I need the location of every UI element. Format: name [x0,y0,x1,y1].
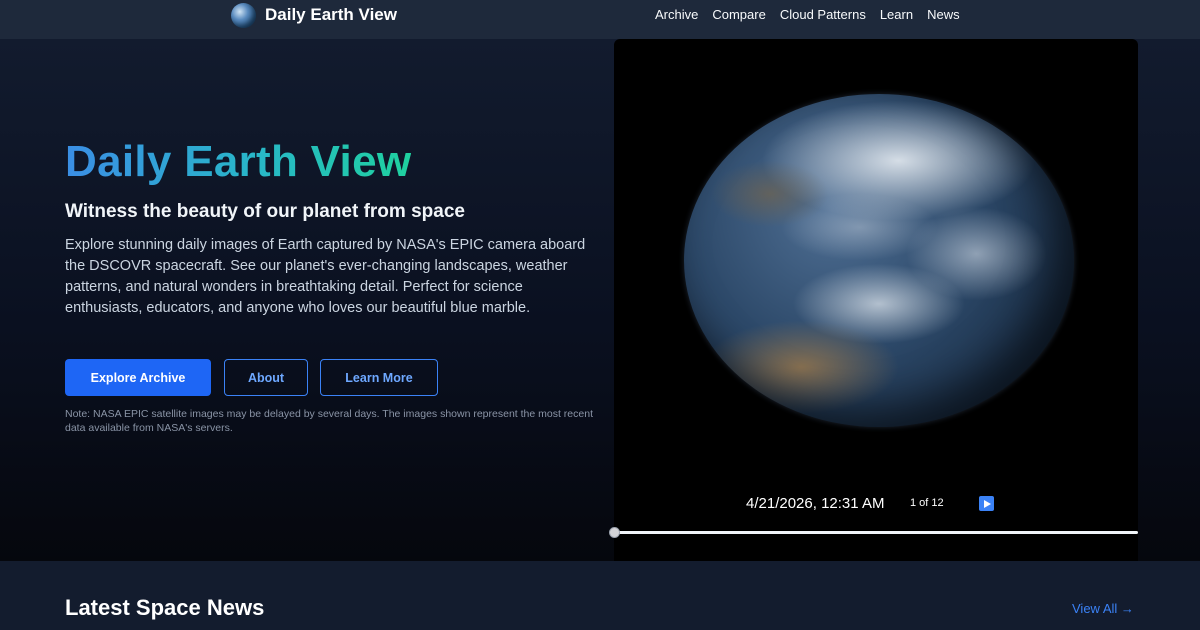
image-timestamp: 4/21/2026, 12:31 AM [746,495,885,512]
hero-title: Daily Earth View [65,137,412,186]
main-nav: Archive Compare Cloud Patterns Learn New… [655,7,960,22]
view-all-news-link[interactable]: View All → [1072,601,1134,616]
play-icon [984,499,991,508]
hero-section: Daily Earth View Witness the beauty of o… [0,39,1200,561]
learn-more-button[interactable]: Learn More [320,359,438,396]
hero-subtitle: Witness the beauty of our planet from sp… [65,201,465,222]
news-section: Latest Space News View All → [0,561,1200,630]
top-navbar: Daily Earth View Archive Compare Cloud P… [0,0,1200,39]
explore-archive-button[interactable]: Explore Archive [65,359,211,396]
image-timeline-slider[interactable] [609,527,1138,538]
nav-link-news[interactable]: News [927,7,960,22]
nav-link-archive[interactable]: Archive [655,7,698,22]
play-button[interactable] [979,496,994,511]
about-button[interactable]: About [224,359,308,396]
nav-link-cloud-patterns[interactable]: Cloud Patterns [780,7,866,22]
data-delay-note: Note: NASA EPIC satellite images may be … [65,408,593,434]
image-counter: 1 of 12 [910,497,944,509]
nav-link-compare[interactable]: Compare [712,7,765,22]
brand-logo[interactable]: Daily Earth View [231,2,397,28]
earth-satellite-image [684,94,1074,427]
slider-thumb[interactable] [609,527,620,538]
earth-image-viewer: 4/21/2026, 12:31 AM 1 of 12 [609,39,1138,561]
news-section-title: Latest Space News [65,595,265,620]
nav-link-learn[interactable]: Learn [880,7,913,22]
earth-globe-icon [231,2,256,28]
brand-name: Daily Earth View [265,5,397,24]
hero-description: Explore stunning daily images of Earth c… [65,237,586,316]
